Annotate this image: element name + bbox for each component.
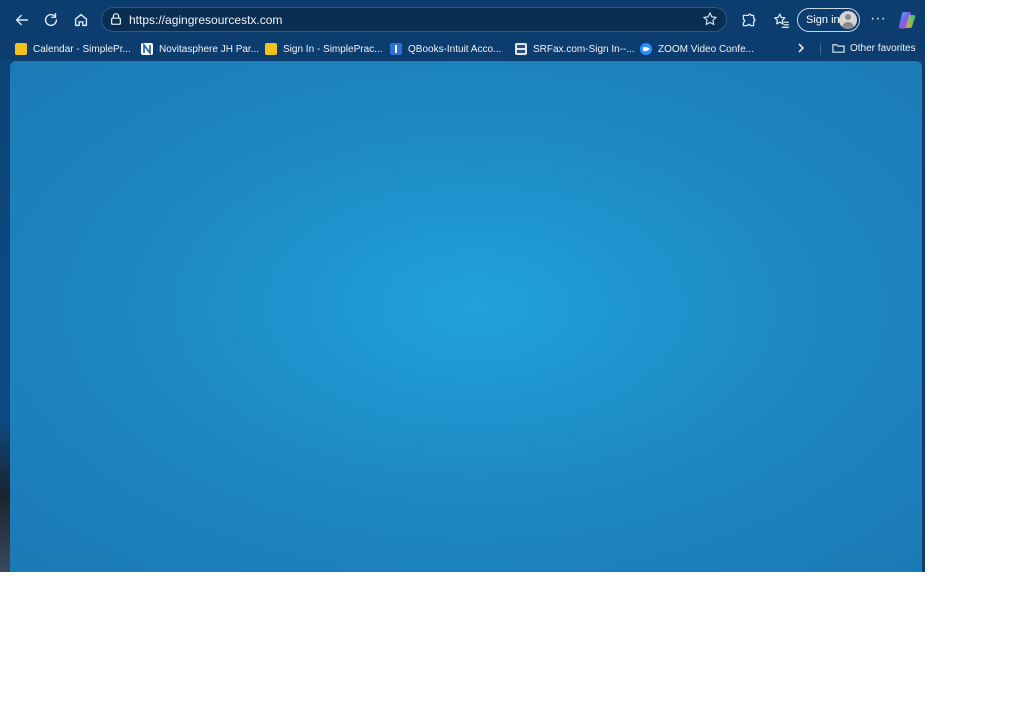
favorite-star-icon[interactable] xyxy=(702,11,720,29)
home-icon xyxy=(74,13,88,27)
favorite-item[interactable]: Sign In - SimplePrac... xyxy=(265,40,382,58)
settings-more-button[interactable]: ··· xyxy=(868,8,888,32)
other-favorites-label: Other favorites xyxy=(850,42,916,54)
refresh-icon xyxy=(44,12,58,27)
copilot-icon[interactable] xyxy=(897,10,917,30)
extensions-button[interactable] xyxy=(736,8,760,32)
address-bar[interactable]: https://agingresourcestx.com xyxy=(101,7,727,32)
home-button[interactable] xyxy=(68,7,94,33)
favorite-label: QBooks-Intuit Acco... xyxy=(408,43,502,55)
favorite-label: Calendar - SimplePr... xyxy=(33,43,131,55)
folder-icon xyxy=(832,44,845,53)
refresh-button[interactable] xyxy=(38,7,64,33)
novitasphere-icon xyxy=(141,43,153,55)
favorite-label: Novitasphere JH Par... xyxy=(159,43,260,55)
favorites-button[interactable] xyxy=(769,8,793,32)
favorite-label: SRFax.com-Sign In--... xyxy=(533,43,635,55)
zoom-icon xyxy=(640,43,652,55)
desktop-wallpaper-strip xyxy=(0,60,10,572)
favorite-item[interactable]: ZOOM Video Confe... xyxy=(640,40,754,58)
puzzle-icon xyxy=(742,13,755,26)
favorites-overflow-chevron-icon[interactable] xyxy=(795,41,809,55)
qbooks-icon xyxy=(390,43,402,55)
favorite-item[interactable]: Calendar - SimplePr... xyxy=(15,40,131,58)
other-favorites-button[interactable]: Other favorites xyxy=(832,40,916,56)
page-content-area xyxy=(10,61,922,572)
favorite-item[interactable]: SRFax.com-Sign In--... xyxy=(515,40,635,58)
back-arrow-icon xyxy=(15,14,29,26)
favorite-label: Sign In - SimplePrac... xyxy=(283,43,383,55)
lock-icon xyxy=(109,12,125,28)
url-text[interactable]: https://agingresourcestx.com xyxy=(129,13,282,27)
favorite-item[interactable]: QBooks-Intuit Acco... xyxy=(390,40,501,58)
favorites-list-icon xyxy=(773,12,789,28)
back-button[interactable] xyxy=(9,7,35,33)
favorites-bar: Calendar - SimplePr... Novitasphere JH P… xyxy=(0,38,925,60)
profile-avatar-icon xyxy=(839,11,857,29)
browser-toolbar: https://agingresourcestx.com Sign in ··· xyxy=(0,0,925,38)
favorites-divider xyxy=(820,43,821,55)
simplepractice-icon xyxy=(265,43,277,55)
simplepractice-icon xyxy=(15,43,27,55)
sign-in-button[interactable]: Sign in xyxy=(797,8,860,32)
favorite-item[interactable]: Novitasphere JH Par... xyxy=(141,40,259,58)
sign-in-label: Sign in xyxy=(806,14,840,26)
srfax-icon xyxy=(515,43,527,55)
favorite-label: ZOOM Video Confe... xyxy=(658,43,754,55)
browser-window: https://agingresourcestx.com Sign in ··· xyxy=(0,0,925,572)
